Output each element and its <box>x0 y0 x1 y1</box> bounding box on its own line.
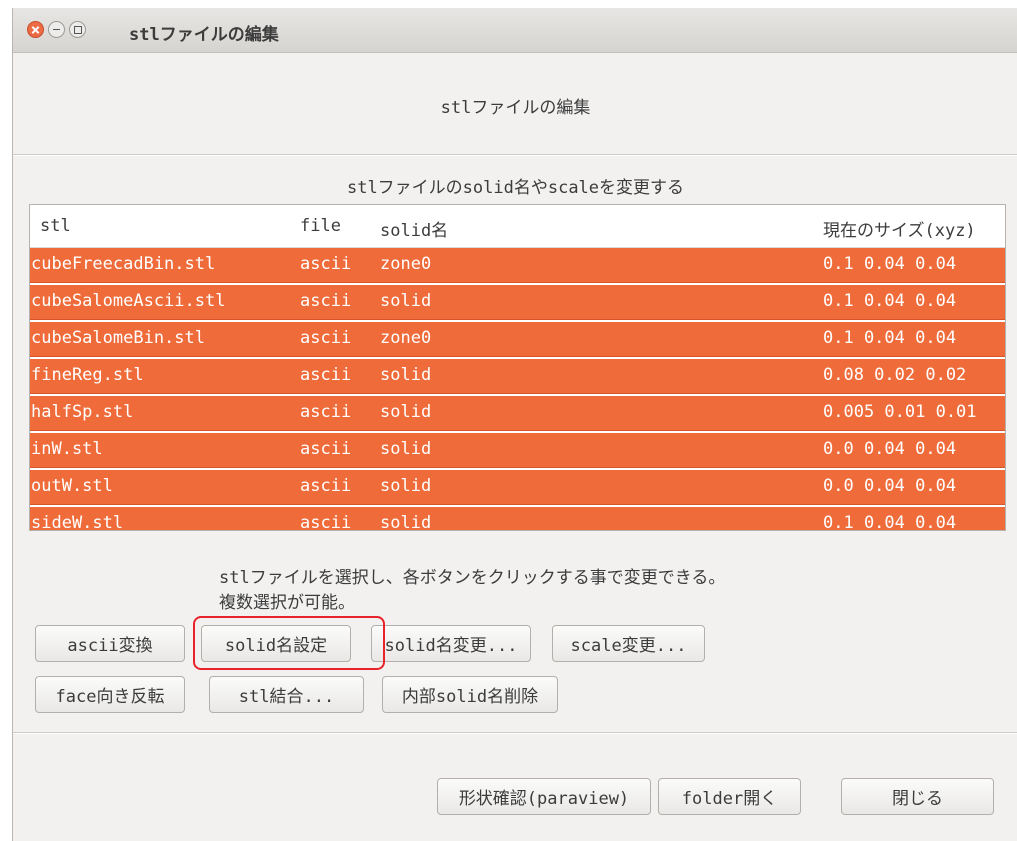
cell-stl: inW.stl <box>31 439 103 459</box>
table-row[interactable]: inW.stl ascii solid 0.0 0.04 0.04 <box>30 433 1005 468</box>
open-folder-button[interactable]: folder開く <box>658 778 801 815</box>
table-caption: stlファイルのsolid名やscaleを変更する <box>346 178 685 198</box>
table-header: stl file solid名 現在のサイズ(xyz) <box>30 205 1005 248</box>
table-row[interactable]: halfSp.stl ascii solid 0.005 0.01 0.01 <box>30 396 1005 431</box>
cell-solid: solid <box>380 513 432 531</box>
cell-file: ascii <box>300 328 352 348</box>
cell-stl: fineReg.stl <box>31 365 144 385</box>
table-row[interactable]: cubeFreecadBin.stl ascii zone0 0.1 0.04 0.0… <box>30 248 1005 283</box>
stl-file-table[interactable]: stl file solid名 現在のサイズ(xyz) cubeFreecadB… <box>29 204 1006 531</box>
close-button[interactable]: 閉じる <box>841 778 994 815</box>
column-header-stl[interactable]: stl <box>40 216 71 236</box>
cell-file: ascii <box>300 402 352 422</box>
cell-file: ascii <box>300 291 352 311</box>
close-window-icon[interactable] <box>27 21 44 38</box>
cell-file: ascii <box>300 476 352 496</box>
cell-solid: zone0 <box>380 328 432 348</box>
minimize-window-icon[interactable] <box>48 21 65 38</box>
delete-inner-solid-name-button[interactable]: 内部solid名削除 <box>382 676 558 713</box>
table-body: cubeFreecadBin.stl ascii zone0 0.1 0.04 0.0… <box>30 248 1005 531</box>
instruction-line: stlファイルを選択し、各ボタンをクリックする事で変更できる。 <box>219 568 726 588</box>
table-row[interactable]: cubeSalomeAscii.stl ascii solid 0.1 0.04 0.… <box>30 285 1005 320</box>
cell-size: 0.1 0.04 0.04 <box>823 328 957 348</box>
instructions: stlファイルを選択し、各ボタンをクリックする事で変更できる。 複数選択が可能。 <box>219 566 725 616</box>
stl-edit-window: stlファイルの編集 stlファイルの編集 stlファイルのsolid名やsca… <box>12 8 1017 841</box>
cell-size: 0.1 0.04 0.04 <box>823 513 957 531</box>
scale-change-button[interactable]: scale変更... <box>552 625 705 662</box>
title-bar: stlファイルの編集 <box>13 8 1017 53</box>
cell-file: ascii <box>300 513 352 531</box>
table-row[interactable]: fineReg.stl ascii solid 0.08 0.02 0.02 <box>30 359 1005 394</box>
table-row[interactable]: outW.stl ascii solid 0.0 0.04 0.04 <box>30 470 1005 505</box>
instruction-line: 複数選択が可能。 <box>219 593 355 613</box>
cell-stl: cubeSalomeAscii.stl <box>31 291 226 311</box>
cell-file: ascii <box>300 254 352 274</box>
cell-file: ascii <box>300 365 352 385</box>
table-row[interactable]: cubeSalomeBin.stl ascii zone0 0.1 0.04 0.04 <box>30 322 1005 357</box>
window-title: stlファイルの編集 <box>129 25 279 45</box>
divider <box>13 154 1017 156</box>
ascii-convert-button[interactable]: ascii変換 <box>35 625 185 662</box>
dialog-heading: stlファイルの編集 <box>440 98 591 118</box>
maximize-window-icon[interactable] <box>69 21 86 38</box>
cell-size: 0.005 0.01 0.01 <box>823 402 977 422</box>
cell-size: 0.0 0.04 0.04 <box>823 439 957 459</box>
cell-stl: cubeFreecadBin.stl <box>31 254 216 274</box>
cell-solid: zone0 <box>380 254 432 274</box>
cell-size: 0.1 0.04 0.04 <box>823 254 957 274</box>
cell-solid: solid <box>380 476 432 496</box>
column-header-solid[interactable]: solid名 <box>380 216 448 241</box>
cell-size: 0.08 0.02 0.02 <box>823 365 967 385</box>
cell-stl: cubeSalomeBin.stl <box>31 328 205 348</box>
paraview-check-button[interactable]: 形状確認(paraview) <box>437 778 651 815</box>
column-header-size[interactable]: 現在のサイズ(xyz) <box>823 216 976 241</box>
highlight-annotation <box>193 616 385 670</box>
cell-solid: solid <box>380 365 432 385</box>
cell-size: 0.0 0.04 0.04 <box>823 476 957 496</box>
divider <box>13 732 1017 734</box>
column-header-file[interactable]: file <box>300 216 341 236</box>
cell-solid: solid <box>380 439 432 459</box>
cell-solid: solid <box>380 291 432 311</box>
cell-stl: outW.stl <box>31 476 113 496</box>
cell-stl: sideW.stl <box>31 513 124 531</box>
stl-merge-button[interactable]: stl結合... <box>209 676 364 713</box>
solid-name-change-button[interactable]: solid名変更... <box>371 625 531 662</box>
cell-file: ascii <box>300 439 352 459</box>
cell-stl: halfSp.stl <box>31 402 134 422</box>
cell-size: 0.1 0.04 0.04 <box>823 291 957 311</box>
table-row[interactable]: sideW.stl ascii solid 0.1 0.04 0.04 <box>30 507 1005 531</box>
cell-solid: solid <box>380 402 432 422</box>
face-flip-button[interactable]: face向き反転 <box>35 676 185 713</box>
